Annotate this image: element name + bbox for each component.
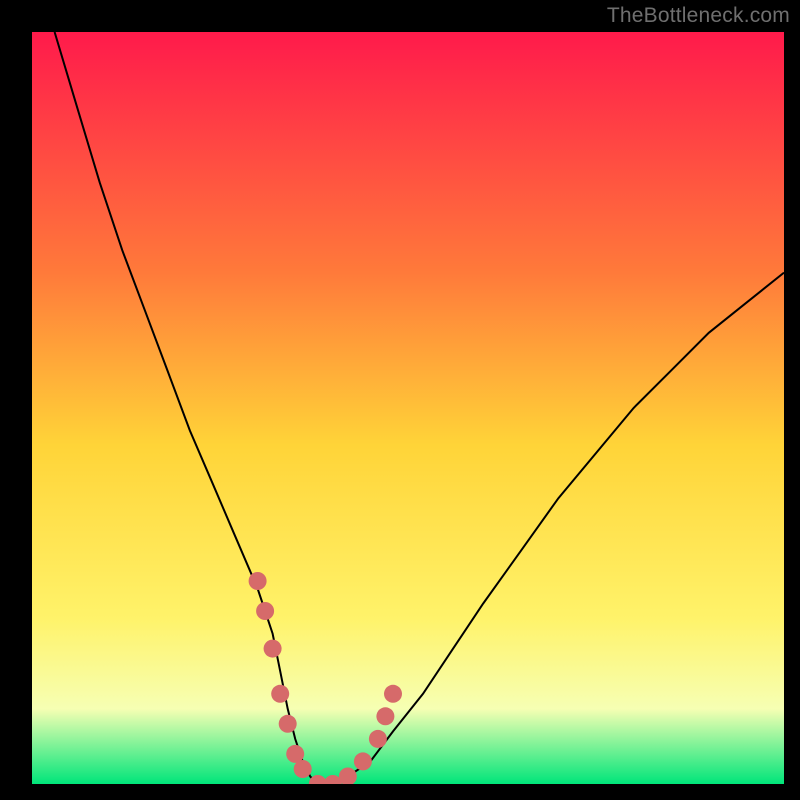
chart-svg bbox=[32, 32, 784, 784]
curve-marker bbox=[264, 640, 282, 658]
curve-marker bbox=[354, 752, 372, 770]
curve-marker bbox=[294, 760, 312, 778]
curve-marker bbox=[376, 707, 394, 725]
gradient-background bbox=[32, 32, 784, 784]
chart-plot-area bbox=[32, 32, 784, 784]
curve-marker bbox=[271, 685, 289, 703]
watermark-text: TheBottleneck.com bbox=[607, 4, 790, 28]
chart-frame: TheBottleneck.com bbox=[0, 0, 800, 800]
curve-marker bbox=[369, 730, 387, 748]
curve-marker bbox=[384, 685, 402, 703]
curve-marker bbox=[249, 572, 267, 590]
curve-marker bbox=[279, 715, 297, 733]
curve-marker bbox=[256, 602, 274, 620]
